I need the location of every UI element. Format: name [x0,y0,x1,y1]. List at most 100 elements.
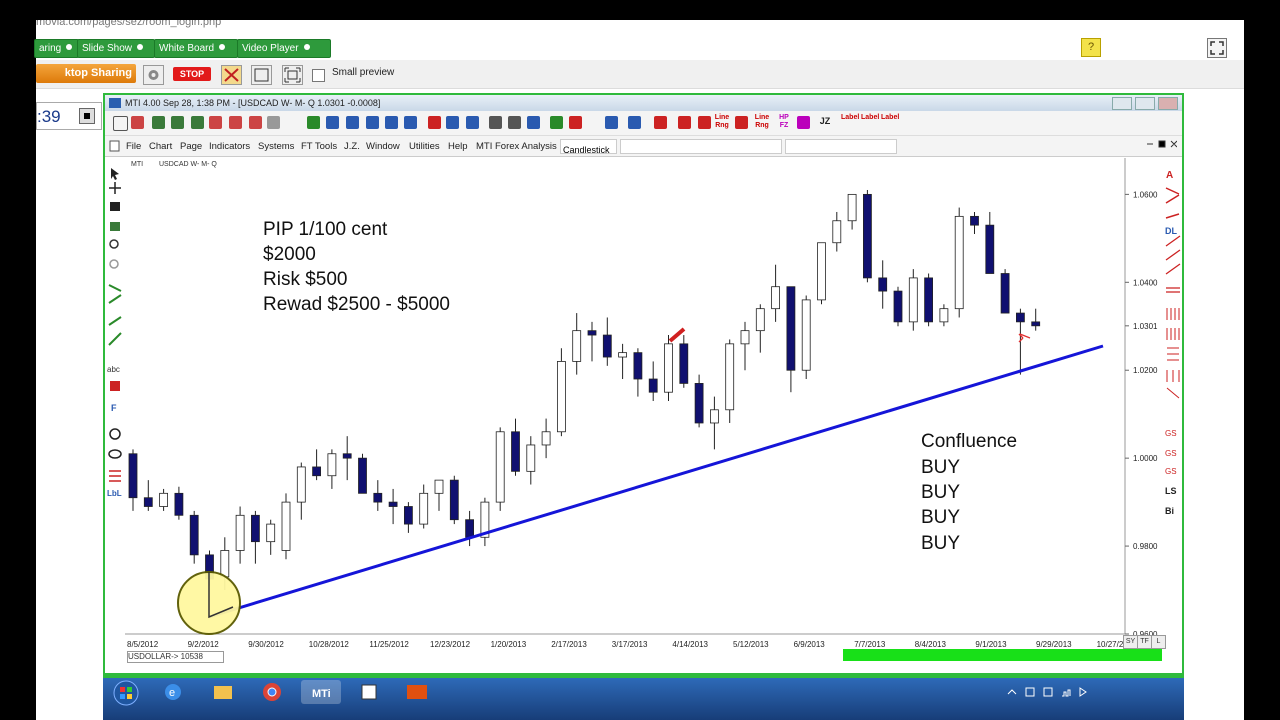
timer-stop-button[interactable] [79,108,95,124]
tab-status-dot [219,44,226,50]
date-tick-label: 9/30/2012 [248,640,284,649]
pointer-tool-button[interactable] [221,65,242,85]
candle-body [740,330,750,345]
taskbar-explorer[interactable] [203,680,243,704]
lines-icon[interactable] [678,116,691,129]
tab-white-board[interactable]: White Board [154,39,238,58]
fit-screen-button[interactable] [282,65,303,85]
label-button-1[interactable]: Label [841,114,859,122]
layout-icon[interactable] [605,116,618,129]
menu-systems[interactable]: Systems [258,141,294,152]
new-chart-icon[interactable] [113,116,128,131]
minimize-button[interactable] [1112,97,1132,110]
tab-sy[interactable]: SY [1123,635,1138,649]
start-button-icon[interactable] [111,678,141,708]
pen-icon[interactable] [428,116,441,129]
line-rng-button-2[interactable]: Line Rng [750,114,774,130]
right-tool-ls[interactable]: LS [1165,486,1177,496]
print-icon[interactable] [489,116,502,129]
tab-tf[interactable]: TF [1137,635,1152,649]
menu-page[interactable]: Page [180,141,202,152]
sync-icon[interactable] [229,116,242,129]
candle-body [648,378,658,393]
mti-title-bar: MTI 4.00 Sep 28, 1:38 PM - [USDCAD W- M-… [105,95,1182,111]
time-icon[interactable] [267,116,280,129]
taskbar-ie[interactable]: e [153,680,193,704]
tab-desktop-sharing[interactable]: aring [34,39,79,58]
menu-indicators[interactable]: Indicators [209,141,250,152]
menu-utilities[interactable]: Utilities [409,141,440,152]
price-tick-label: 1.0000 [1133,454,1158,463]
draw-icon[interactable] [307,116,320,129]
small-preview-checkbox[interactable] [312,69,325,82]
text-alt-icon[interactable] [466,116,479,129]
tab-l[interactable]: L [1151,635,1166,649]
scroll-left-icon[interactable] [326,116,339,129]
bars-icon[interactable] [152,116,165,129]
crosshair-icon[interactable] [404,116,417,129]
taskbar-mti[interactable]: MTi [301,680,341,704]
symbol-select[interactable] [620,139,782,154]
chart-style-select[interactable]: Candlestick [560,139,617,155]
tab-slide-show[interactable]: Slide Show [77,39,155,58]
menu-chart[interactable]: Chart [149,141,172,152]
menu-help[interactable]: Help [448,141,468,152]
expand-icon[interactable] [346,116,359,129]
date-tick-label: 3/17/2013 [612,640,648,649]
date-tick-label: 5/12/2013 [733,640,769,649]
document-icon [109,140,120,152]
menu-window[interactable]: Window [366,141,400,152]
price-chart[interactable]: MTI USDCAD W- M- Q 1.0600 1.0400 1.0301 1.0… [125,158,1180,673]
arrow-tool-icon[interactable] [735,116,748,129]
tool-b-icon[interactable] [569,116,582,129]
fullscreen-button[interactable] [1207,38,1227,58]
menu-jz[interactable]: J.Z. [344,141,360,152]
candle-body [403,506,413,525]
close-button[interactable] [1158,97,1178,110]
all-icon[interactable] [249,116,262,129]
dollar-icon[interactable] [527,116,540,129]
candle-body [985,224,995,274]
help-button[interactable]: ? [1081,38,1101,57]
desktop-sharing-button[interactable]: ktop Sharing [36,64,136,83]
calculator-icon[interactable] [508,116,521,129]
date-tick-label: 9/2/2012 [188,640,220,649]
label-button-3[interactable]: Label [881,114,899,122]
page-icon[interactable] [191,116,204,129]
period-select[interactable] [785,139,897,154]
taskbar-window[interactable] [349,680,389,704]
scroll-right-icon[interactable] [385,116,398,129]
indicator-icon[interactable] [171,116,184,129]
menu-forex-analysis[interactable]: MTI Forex Analysis [476,141,557,152]
label-button-2[interactable]: Label [861,114,879,122]
grid-icon[interactable] [628,116,641,129]
stop-sharing-button[interactable]: STOP [173,67,211,81]
open-chart-icon[interactable] [131,116,144,129]
restore-button[interactable] [1135,97,1155,110]
right-tool-bi[interactable]: Bi [1165,506,1174,516]
zoom-icon[interactable] [209,116,222,129]
hp-fz-button[interactable]: HP FZ [776,114,792,130]
candle-body [312,466,322,477]
confluence-line-4: BUY [921,507,960,528]
cross-arrows-icon [224,68,239,82]
line-rng-button[interactable]: Line Rng [710,114,734,130]
compress-icon[interactable] [366,116,379,129]
menu-ft-tools[interactable]: FT Tools [301,141,337,152]
region-select-button[interactable] [251,65,272,85]
mdi-controls[interactable] [1145,138,1178,154]
taskbar-chrome[interactable] [252,680,292,704]
taskbar-recorder[interactable] [397,680,437,704]
jz-button[interactable]: JZ [817,117,833,126]
svg-text:A: A [1166,170,1173,181]
text-icon[interactable] [446,116,459,129]
candle-body [143,497,153,507]
menu-file[interactable]: File [126,141,141,152]
fz-icon[interactable] [797,116,810,129]
settings-button[interactable] [143,65,164,85]
date-tick-label: 6/9/2013 [794,640,826,649]
fullscreen-icon [1210,41,1224,55]
tool-a-icon[interactable] [550,116,563,129]
tab-video-player[interactable]: Video Player [237,39,331,58]
fib-icon[interactable] [654,116,667,129]
